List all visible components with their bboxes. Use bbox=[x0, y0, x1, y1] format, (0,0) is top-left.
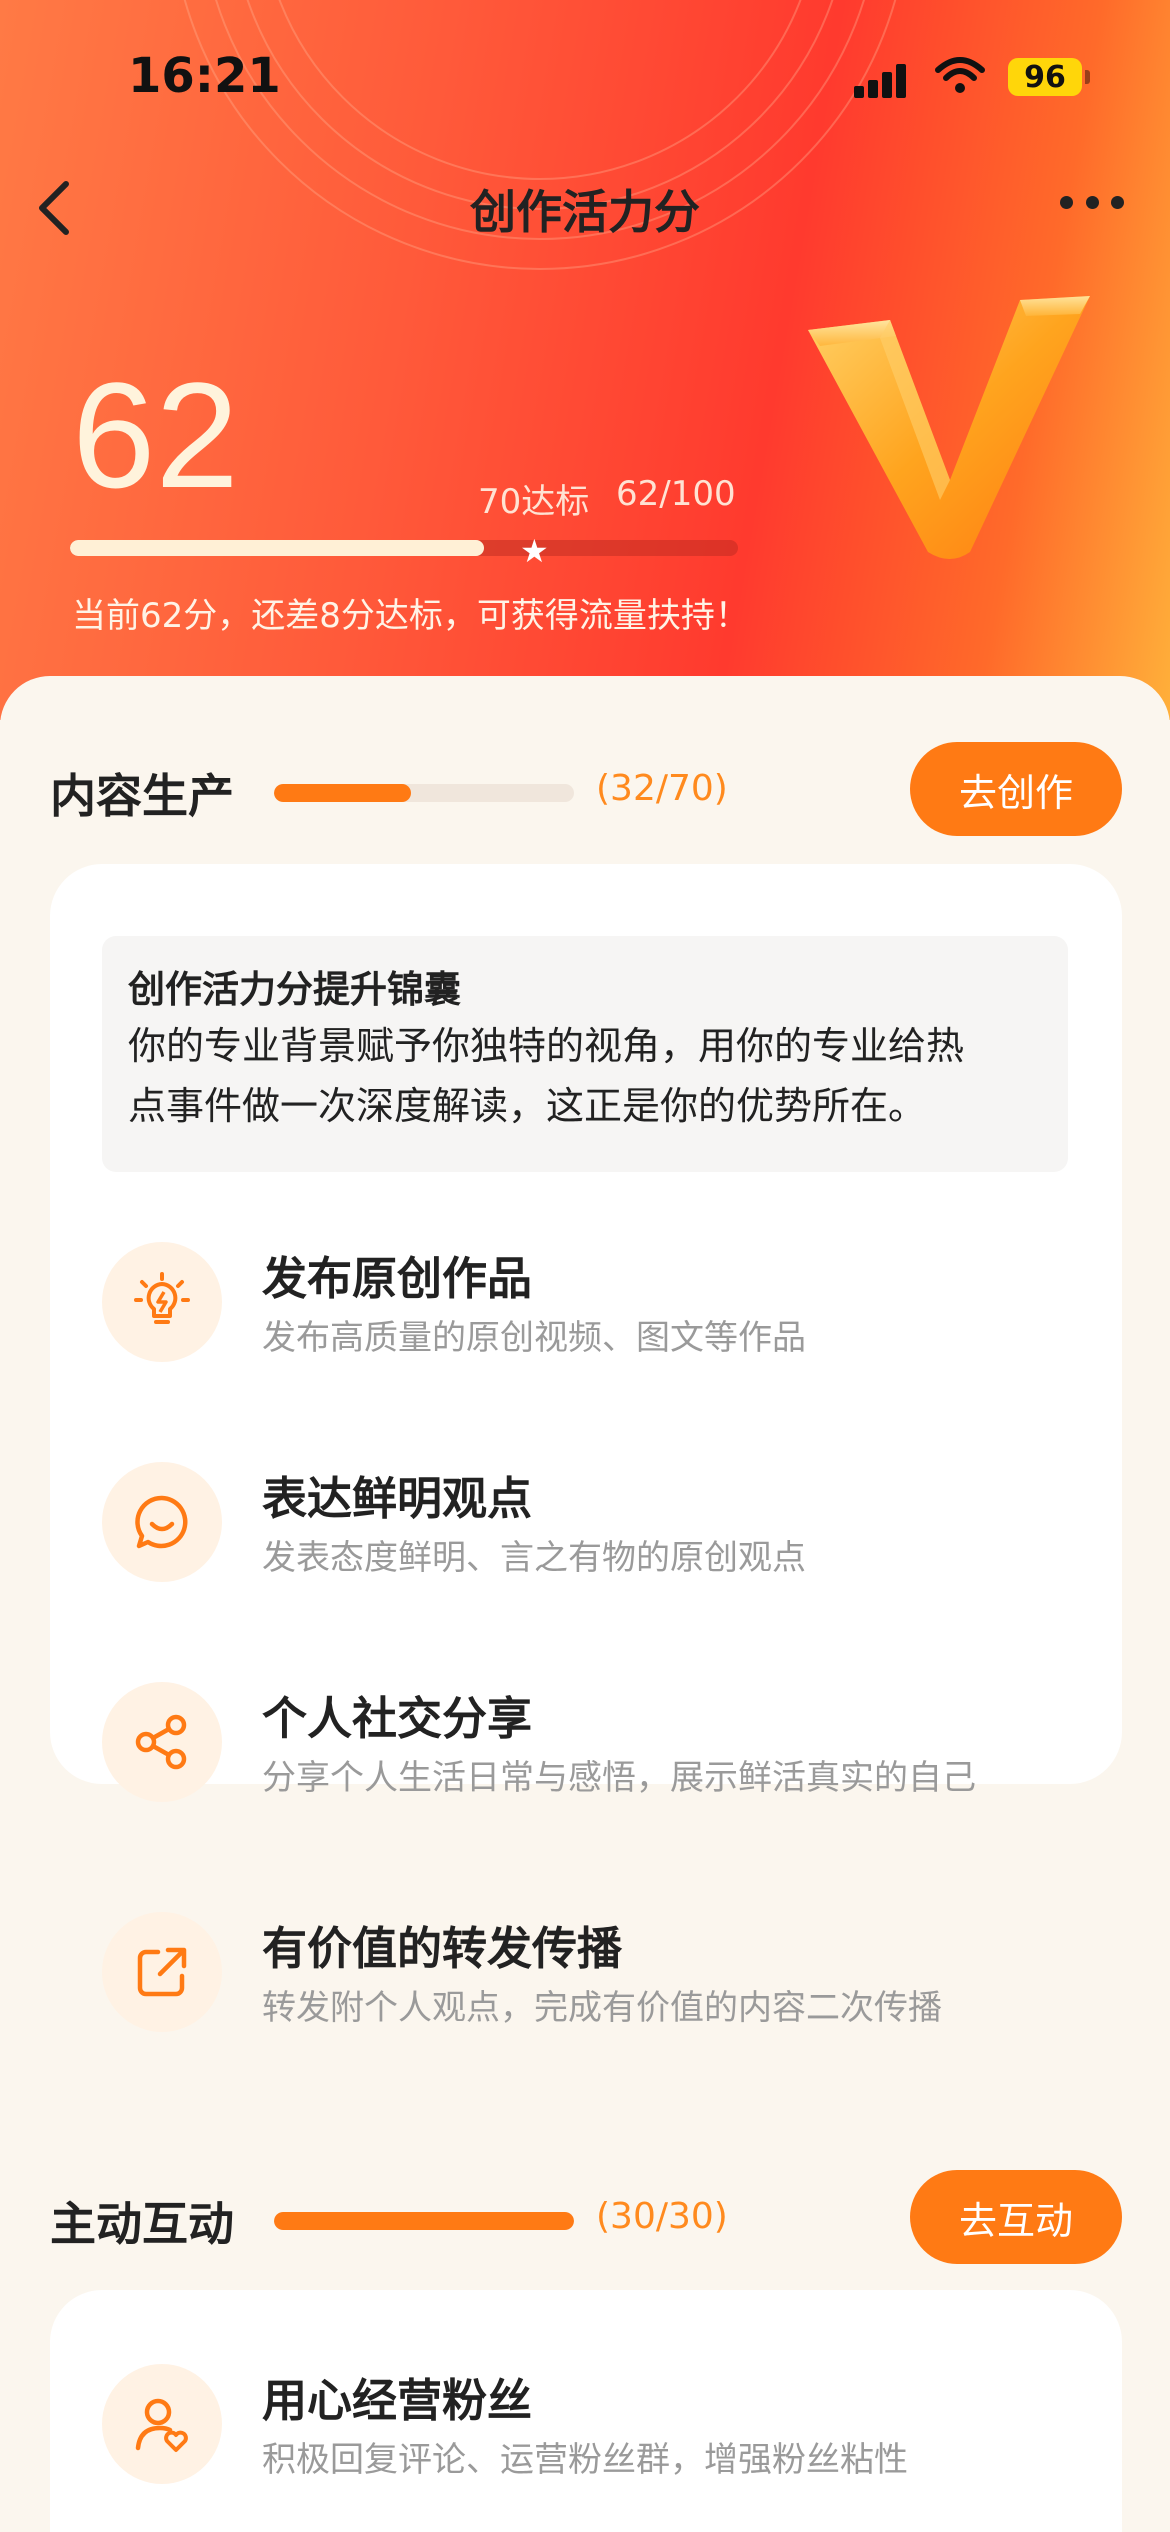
target-label: 70达标 bbox=[478, 482, 590, 522]
item-title: 用心经营粉丝 bbox=[262, 2374, 533, 2427]
main-sheet: 内容生产 (32/70) 去创作 创作活力分提升锦囊 你的专业背景赋予你独特的视… bbox=[0, 676, 1170, 2532]
battery-level: 96 bbox=[1024, 59, 1066, 95]
tip-title: 创作活力分提升锦囊 bbox=[128, 968, 461, 1011]
item-title: 发布原创作品 bbox=[262, 1252, 533, 1305]
content-progress-bar bbox=[274, 784, 574, 802]
list-item-express-opinion[interactable]: 表达鲜明观点 发表态度鲜明、言之有物的原创观点 bbox=[102, 1458, 1068, 1588]
user-heart-icon bbox=[102, 2364, 222, 2484]
score-tip: 当前62分，还差8分达标，可获得流量扶持！ bbox=[72, 596, 749, 636]
share-icon bbox=[102, 1682, 222, 1802]
content-card: 创作活力分提升锦囊 你的专业背景赋予你独特的视角，用你的专业给热 点事件做一次深… bbox=[50, 864, 1122, 1802]
content-progress-fill bbox=[274, 784, 412, 802]
interaction-progress-fill bbox=[274, 2212, 574, 2230]
item-title: 表达鲜明观点 bbox=[262, 1472, 533, 1525]
nav-bar: 创作活力分 bbox=[0, 170, 1170, 240]
target-star-icon: ★ bbox=[520, 532, 549, 570]
go-interact-button[interactable]: 去互动 bbox=[910, 2170, 1122, 2264]
hero-header: 16:21 96 创作活力分 62 70达标 62/100 ★ 当前62分，还差… bbox=[0, 0, 1170, 720]
interaction-count: (30/30) bbox=[596, 2196, 728, 2237]
lightbulb-icon bbox=[102, 1242, 222, 1362]
interaction-progress-bar bbox=[274, 2212, 574, 2230]
score-fraction: 62/100 bbox=[616, 474, 736, 514]
interaction-section-header: 主动互动 (30/30) 去互动 bbox=[0, 2168, 1170, 2268]
status-time: 16:21 bbox=[128, 48, 281, 104]
tip-body-line: 点事件做一次深度解读，这正是你的优势所在。 bbox=[128, 1084, 927, 1128]
item-desc: 转发附个人观点，完成有价值的内容二次传播 bbox=[262, 1988, 942, 2028]
content-section-header: 内容生产 (32/70) 去创作 bbox=[0, 740, 1170, 840]
item-title: 个人社交分享 bbox=[262, 1692, 533, 1745]
more-icon[interactable] bbox=[1060, 196, 1124, 212]
item-desc: 积极回复评论、运营粉丝群，增强粉丝粘性 bbox=[262, 2440, 908, 2480]
item-desc: 发布高质量的原创视频、图文等作品 bbox=[262, 1318, 806, 1358]
interaction-card: 用心经营粉丝 积极回复评论、运营粉丝群，增强粉丝粘性 bbox=[50, 2290, 1122, 2532]
status-bar: 16:21 96 bbox=[0, 48, 1170, 108]
list-item-publish-original[interactable]: 发布原创作品 发布高质量的原创视频、图文等作品 bbox=[102, 1238, 1068, 1368]
list-item-manage-fans[interactable]: 用心经营粉丝 积极回复评论、运营粉丝群，增强粉丝粘性 bbox=[102, 2360, 1068, 2490]
tip-body-line: 你的专业背景赋予你独特的视角，用你的专业给热 bbox=[128, 1024, 965, 1068]
wifi-icon bbox=[935, 57, 985, 93]
chat-smile-icon bbox=[102, 1462, 222, 1582]
v-badge-icon bbox=[808, 296, 1090, 559]
content-count: (32/70) bbox=[596, 768, 728, 809]
list-item-valuable-forward[interactable]: 有价值的转发传播 转发附个人观点，完成有价值的内容二次传播 bbox=[102, 1908, 1068, 2038]
score-progress-fill bbox=[70, 540, 485, 556]
cellular-signal-icon bbox=[854, 62, 914, 98]
content-section-title: 内容生产 bbox=[50, 769, 234, 823]
forward-icon bbox=[102, 1912, 222, 2032]
battery-indicator: 96 bbox=[1008, 58, 1090, 96]
score-progress-bar bbox=[70, 540, 738, 556]
item-desc: 分享个人生活日常与感悟，展示鲜活真实的自己 bbox=[262, 1758, 976, 1798]
interaction-section-title: 主动互动 bbox=[50, 2197, 234, 2251]
tip-box: 创作活力分提升锦囊 你的专业背景赋予你独特的视角，用你的专业给热 点事件做一次深… bbox=[102, 936, 1068, 1172]
go-create-button[interactable]: 去创作 bbox=[910, 742, 1122, 836]
page-title: 创作活力分 bbox=[470, 185, 700, 239]
list-item-social-share[interactable]: 个人社交分享 分享个人生活日常与感悟，展示鲜活真实的自己 bbox=[102, 1678, 1068, 1808]
score-value: 62 bbox=[72, 351, 239, 519]
item-desc: 发表态度鲜明、言之有物的原创观点 bbox=[262, 1538, 806, 1578]
item-title: 有价值的转发传播 bbox=[262, 1922, 623, 1975]
